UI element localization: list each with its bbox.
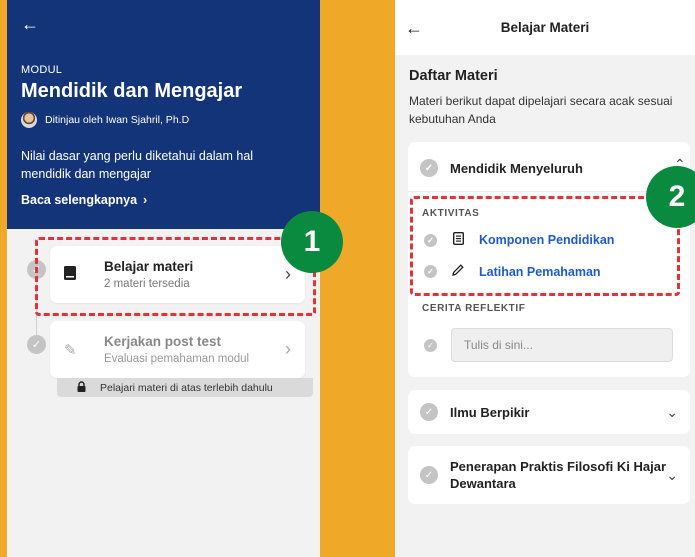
reflection-input[interactable] (451, 328, 673, 362)
chevron-down-icon: ⌄ (666, 403, 678, 420)
module-title: Mendidik dan Mengajar (21, 80, 243, 102)
locked-note: Pelajari materi di atas terlebih dahulu (100, 381, 273, 394)
chevron-right-icon: › (285, 339, 291, 359)
check-icon: ✓ (420, 403, 438, 421)
lock-icon (77, 380, 86, 395)
section-title: Daftar Materi (409, 68, 498, 84)
module-description: Nilai dasar yang perlu diketahui dalam h… (21, 149, 254, 181)
header-title: Belajar Materi (500, 20, 590, 35)
back-arrow-icon[interactable]: ← (21, 14, 39, 35)
chevron-down-icon: ⌄ (666, 466, 678, 483)
back-arrow-icon[interactable]: ← (405, 18, 423, 39)
reviewer-avatar (21, 112, 37, 128)
check-icon: ✓ (420, 466, 438, 484)
check-icon: ✓ (27, 335, 46, 354)
app-header: ← Belajar Materi (395, 0, 695, 55)
reviewer-info: Ditinjau oleh Iwan Sjahril, Ph.D (21, 112, 189, 128)
read-more-link[interactable]: Baca selengkapnya › (21, 193, 147, 207)
material-accordion[interactable]: ✓ Penerapan Praktis Filosofi Ki Hajar De… (408, 446, 690, 504)
section-description: Materi berikut dapat dipelajari secara a… (409, 94, 673, 126)
locked-notice: Pelajari materi di atas terlebih dahulu (57, 378, 313, 397)
highlight-box-1 (35, 237, 316, 316)
reviewer-text: Ditinjau oleh Iwan Sjahril, Ph.D (45, 114, 190, 126)
material-header[interactable]: ✓ Mendidik Menyeluruh (420, 159, 583, 177)
chevron-right-icon: › (143, 193, 148, 207)
post-test-card[interactable]: ✎ Kerjakan post test Evaluasi pemahaman … (50, 321, 305, 378)
module-hero: ← MODUL Mendidik dan Mengajar Ditinjau o… (7, 0, 320, 229)
pencil-icon: ✎ (64, 341, 77, 359)
card-subtitle: Evaluasi pemahaman modul (104, 353, 250, 365)
read-more-label: Baca selengkapnya (21, 193, 138, 207)
modul-label: MODUL (21, 64, 63, 76)
material-title: Mendidik Menyeluruh (450, 160, 583, 176)
highlight-box-2 (410, 196, 680, 296)
reflection-row: ✓ (424, 328, 673, 362)
card-title: Kerjakan post test (104, 334, 222, 349)
check-icon: ✓ (420, 159, 438, 177)
material-title: Penerapan Praktis Filosofi Ki Hajar Dewa… (450, 459, 667, 491)
material-title: Ilmu Berpikir (450, 404, 530, 420)
step-badge-1: 1 (281, 211, 343, 273)
check-icon: ✓ (424, 338, 437, 352)
material-accordion[interactable]: ✓ Ilmu Berpikir ⌄ (408, 390, 690, 434)
reflection-label: CERITA REFLEKTIF (422, 303, 526, 314)
